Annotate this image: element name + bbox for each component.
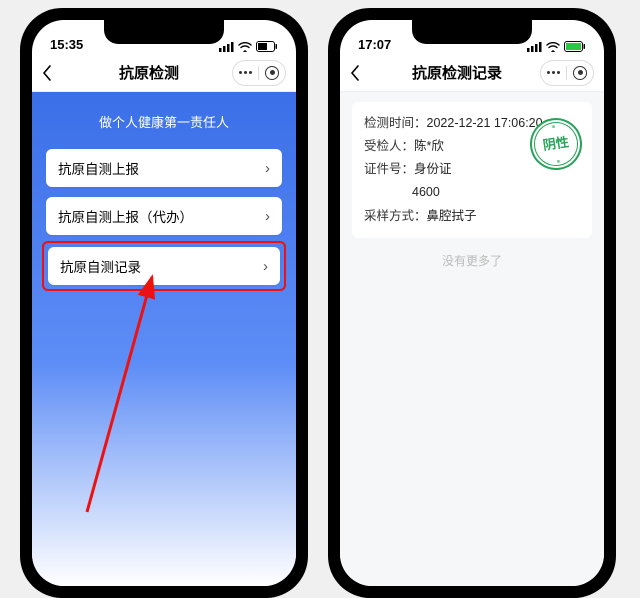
status-icons — [527, 41, 586, 52]
menu-item-self-report[interactable]: 抗原自测上报 › — [46, 149, 282, 187]
nav-bar: 抗原检测 — [32, 54, 296, 92]
chevron-right-icon: › — [263, 258, 268, 275]
page-title: 抗原检测记录 — [374, 62, 540, 83]
phone-frame-left: 15:35 抗原检测 做个人健康第一责任人 — [20, 8, 308, 598]
mini-program-capsule — [232, 60, 286, 86]
record-card: 检测时间：2022-12-21 17:06:20 受检人：陈*欣 证件号：身份证… — [352, 102, 592, 238]
wifi-icon — [238, 42, 252, 52]
status-icons — [219, 41, 278, 52]
menu-item-label: 抗原自测上报 — [58, 158, 139, 178]
record-idnum-row: 4600 — [364, 181, 580, 204]
chevron-right-icon: › — [265, 208, 270, 225]
record-value: 2022-12-21 17:06:20 — [427, 116, 543, 130]
notch — [104, 20, 224, 44]
menu-item-label: 抗原自测上报（代办） — [58, 206, 193, 226]
page-title: 抗原检测 — [66, 62, 232, 83]
close-mini-icon[interactable] — [573, 66, 587, 80]
record-value: 陈*欣 — [414, 139, 444, 153]
list-end-text: 没有更多了 — [352, 252, 592, 269]
mini-program-capsule — [540, 60, 594, 86]
record-label: 受检人： — [364, 139, 414, 153]
slogan-text: 做个人健康第一责任人 — [46, 112, 282, 131]
battery-icon — [256, 41, 278, 52]
record-label: 检测时间： — [364, 116, 427, 130]
record-method-row: 采样方式：鼻腔拭子 — [364, 205, 580, 228]
chevron-left-icon — [42, 65, 52, 81]
main-content-right: 检测时间：2022-12-21 17:06:20 受检人：陈*欣 证件号：身份证… — [340, 92, 604, 586]
phone-frame-right: 17:07 抗原检测记录 检测时间 — [328, 8, 616, 598]
chevron-left-icon — [350, 65, 360, 81]
record-value: 身份证 — [414, 162, 452, 176]
signal-icon — [219, 42, 234, 52]
nav-bar: 抗原检测记录 — [340, 54, 604, 92]
close-mini-icon[interactable] — [265, 66, 279, 80]
menu-item-agent-report[interactable]: 抗原自测上报（代办） › — [46, 197, 282, 235]
more-icon[interactable] — [239, 71, 252, 74]
record-label: 证件号： — [364, 162, 414, 176]
status-time: 15:35 — [50, 37, 83, 52]
notch — [412, 20, 532, 44]
back-button[interactable] — [350, 65, 374, 81]
record-value: 鼻腔拭子 — [427, 209, 477, 223]
battery-charging-icon — [564, 41, 586, 52]
record-label: 采样方式： — [364, 209, 427, 223]
signal-icon — [527, 42, 542, 52]
menu-item-record[interactable]: 抗原自测记录 › — [48, 247, 280, 285]
screen-right: 17:07 抗原检测记录 检测时间 — [340, 20, 604, 586]
screen-left: 15:35 抗原检测 做个人健康第一责任人 — [32, 20, 296, 586]
main-content-left: 做个人健康第一责任人 抗原自测上报 › 抗原自测上报（代办） › 抗原自测记录 … — [32, 92, 296, 586]
status-time: 17:07 — [358, 37, 391, 52]
annotation-highlight: 抗原自测记录 › — [42, 241, 286, 291]
wifi-icon — [546, 42, 560, 52]
menu-item-label: 抗原自测记录 — [60, 256, 141, 276]
back-button[interactable] — [42, 65, 66, 81]
chevron-right-icon: › — [265, 160, 270, 177]
record-value: 4600 — [412, 185, 440, 199]
more-icon[interactable] — [547, 71, 560, 74]
